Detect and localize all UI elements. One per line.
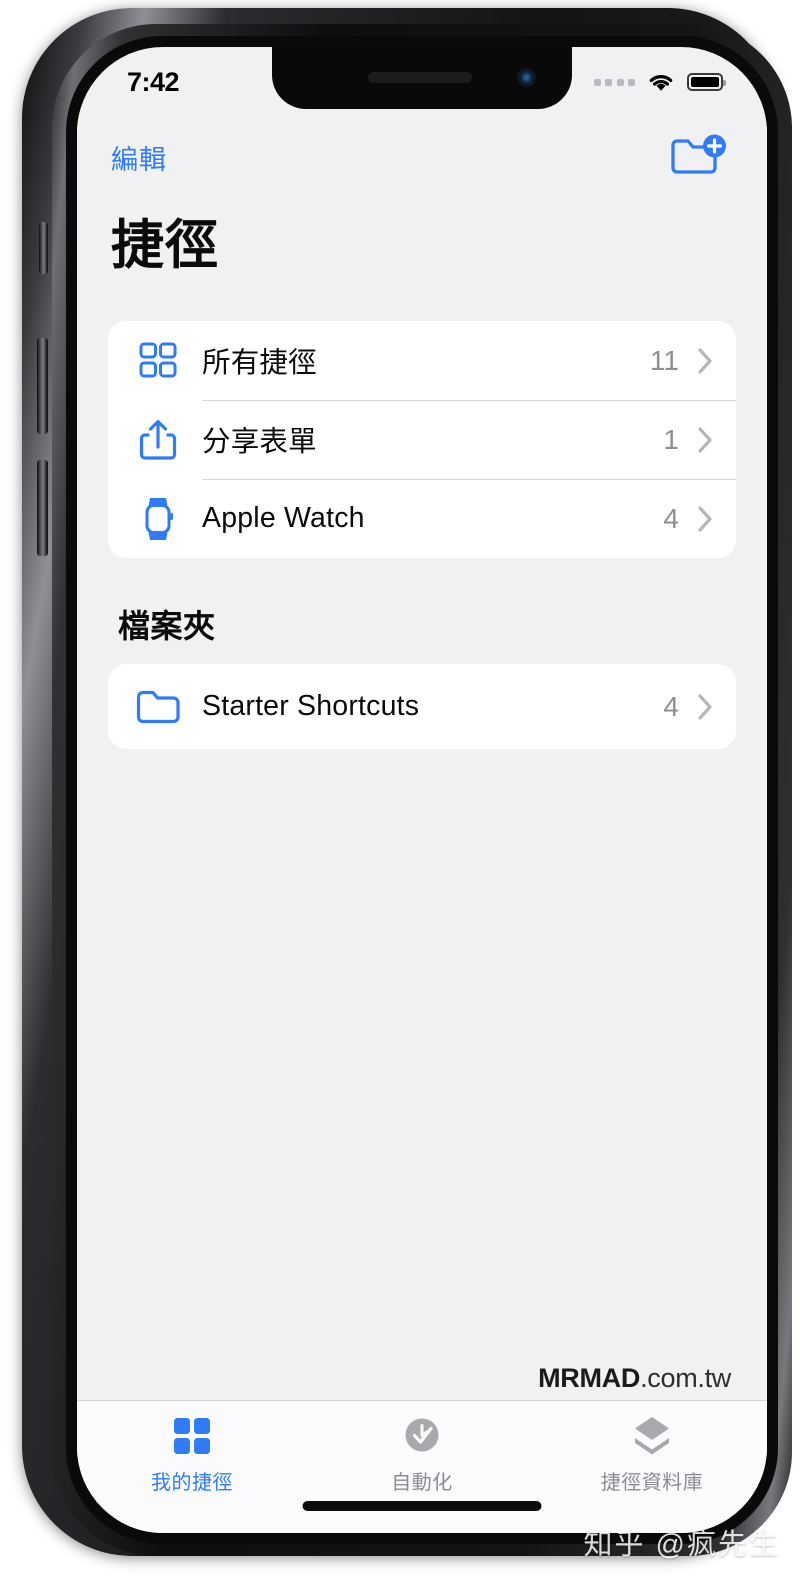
app-content: 編輯 捷徑 所有捷徑 11 分享表單 1 Apple Watch 4 檔案夾 S… [77, 109, 767, 1533]
volume-up-button[interactable] [37, 338, 48, 434]
volume-down-button[interactable] [37, 460, 48, 556]
notch [272, 47, 572, 109]
status-time: 7:42 [127, 66, 180, 97]
zhihu-watermark: 知乎 @疯先生 [583, 1529, 780, 1561]
battery-full-icon [687, 73, 726, 91]
mrmad-watermark: MRMAD.com.tw [538, 1363, 731, 1394]
tab-my-shortcuts[interactable]: 我的捷徑 [77, 1413, 307, 1495]
front-camera-icon [517, 68, 536, 87]
status-indicators [593, 71, 726, 93]
apple-watch-icon [133, 496, 183, 542]
layers-icon [630, 1413, 674, 1459]
tab-bar: 我的捷徑 自動化 捷徑資料庫 [77, 1400, 767, 1533]
home-indicator[interactable] [302, 1501, 542, 1511]
list-item-label: 分享表單 [202, 426, 317, 458]
chevron-right-icon [698, 347, 712, 374]
earpiece-speaker [367, 72, 472, 83]
phone-screen: 7:42 編輯 捷徑 所有捷徑 11 分享表單 1 Apple Watch 4 … [77, 47, 767, 1533]
cellular-dots-icon [593, 78, 635, 86]
share-sheet-icon [133, 418, 183, 462]
chevron-right-icon [698, 505, 712, 532]
chevron-right-icon [698, 426, 712, 453]
list-item-label: Apple Watch [202, 502, 365, 534]
screenshot-root: 7:42 編輯 捷徑 所有捷徑 11 分享表單 1 Apple Watch 4 … [0, 0, 800, 1579]
mrmad-brand: MRMAD [538, 1363, 641, 1393]
chevron-right-icon [698, 693, 712, 720]
edit-button[interactable]: 編輯 [111, 138, 167, 177]
list-item-all-shortcuts[interactable]: 所有捷徑 11 [108, 321, 736, 400]
list-item-count: 11 [649, 344, 679, 376]
folder-item-label: Starter Shortcuts [202, 690, 420, 722]
list-item-count: 1 [663, 423, 679, 455]
wifi-icon [649, 75, 673, 91]
page-title: 捷徑 [111, 216, 219, 275]
folder-icon [133, 689, 183, 725]
tab-shortcuts-gallery[interactable]: 捷徑資料庫 [537, 1413, 767, 1495]
tab-label: 捷徑資料庫 [600, 1472, 704, 1494]
list-item-share-sheet[interactable]: 分享表單 1 [108, 400, 736, 479]
tab-automation[interactable]: 自動化 [307, 1413, 537, 1495]
folders-card: Starter Shortcuts 4 [108, 664, 736, 749]
folder-item-starter-shortcuts[interactable]: Starter Shortcuts 4 [108, 664, 736, 749]
tab-label: 自動化 [391, 1472, 453, 1494]
device-frame-outer: 7:42 編輯 捷徑 所有捷徑 11 分享表單 1 Apple Watch 4 … [22, 8, 792, 1556]
list-item-count: 4 [663, 502, 679, 534]
check-clock-icon [401, 1413, 443, 1459]
silent-switch-button[interactable] [39, 222, 48, 274]
mrmad-domain: .com.tw [640, 1363, 731, 1393]
list-item-label: 所有捷徑 [202, 347, 317, 379]
tab-label: 我的捷徑 [151, 1472, 233, 1494]
folders-section-title: 檔案夾 [118, 608, 216, 644]
new-folder-icon[interactable] [669, 133, 729, 181]
navigation-bar: 編輯 [77, 109, 767, 181]
folder-item-count: 4 [663, 690, 679, 722]
grid-filled-icon [172, 1413, 212, 1459]
list-item-apple-watch[interactable]: Apple Watch 4 [108, 479, 736, 558]
shortcut-lists-card: 所有捷徑 11 分享表單 1 Apple Watch 4 [108, 321, 736, 558]
grid-icon [133, 341, 183, 381]
